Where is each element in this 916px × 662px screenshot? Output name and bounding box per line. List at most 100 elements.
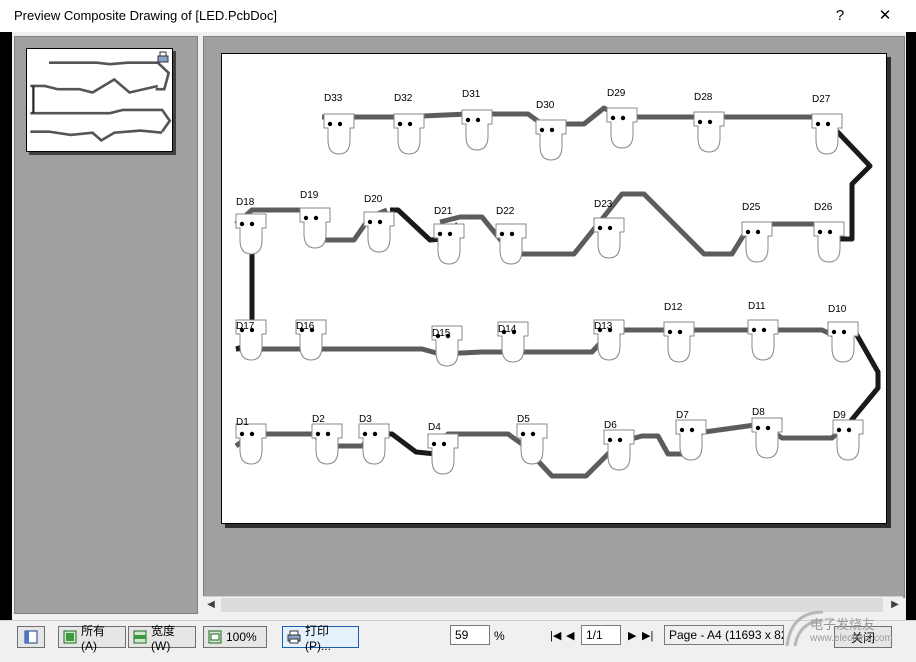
pad <box>437 231 443 237</box>
watermark-text: 电子发烧友 <box>810 617 876 632</box>
led-outline <box>747 319 779 361</box>
fit-width-icon <box>133 630 147 644</box>
led-outline <box>535 119 567 161</box>
led-label: D28 <box>694 92 713 103</box>
panel-icon <box>24 630 38 644</box>
scroll-left-arrow-icon[interactable]: ◀ <box>203 597 219 613</box>
thumbnail-pane[interactable] <box>14 36 198 614</box>
zoom-100-label: 100% <box>226 630 257 644</box>
last-page-icon[interactable]: ▶| <box>642 629 653 642</box>
prev-page-icon[interactable]: ◀ <box>566 629 574 642</box>
pad <box>239 221 245 227</box>
pad <box>817 229 823 235</box>
led-component: D1 <box>235 417 267 465</box>
led-outline <box>495 223 527 265</box>
led-component: D33 <box>323 93 355 155</box>
pad <box>815 121 821 127</box>
led-label: D1 <box>236 417 249 428</box>
pad <box>607 225 613 231</box>
pad <box>397 121 403 127</box>
pad <box>431 441 437 447</box>
print-label: 打印 (P)... <box>305 623 331 653</box>
thumbnail-toggle-button[interactable] <box>17 626 45 648</box>
pad <box>520 431 526 437</box>
next-page-icon[interactable]: ▶ <box>628 629 636 642</box>
help-button[interactable]: ? <box>825 4 855 28</box>
pad <box>530 431 536 437</box>
pad <box>475 117 481 123</box>
led-label: D32 <box>394 93 413 104</box>
background-strip-right <box>906 32 916 620</box>
led-outline <box>603 429 635 471</box>
led-component: D28 <box>693 92 725 153</box>
pad <box>825 121 831 127</box>
pad <box>751 327 757 333</box>
led-component: D13 <box>593 319 625 361</box>
led-outline <box>832 419 864 461</box>
fit-all-icon <box>63 630 77 644</box>
preview-pane[interactable]: D33 D32 D31 D30 D29 D28 D27 D18 D19 D20 D21 D22 D23 D… <box>203 36 905 598</box>
bottom-toolbar: 所有 (A) 宽度 (W) 100% 打印 (P)... 59 % |◀ ◀ 1… <box>0 620 916 662</box>
fit-width-button[interactable]: 宽度 (W) <box>128 624 196 653</box>
fit-all-label: 所有 (A) <box>81 623 106 653</box>
led-label: D14 <box>498 324 517 335</box>
led-outline <box>606 107 638 149</box>
pad <box>667 329 673 335</box>
trace-gray <box>434 421 849 479</box>
led-label: D3 <box>359 414 372 425</box>
pad <box>745 229 751 235</box>
pad <box>765 425 771 431</box>
pad <box>407 121 413 127</box>
pad <box>377 219 383 225</box>
led-component: D8 <box>751 407 783 459</box>
pad <box>697 119 703 125</box>
page-number-input[interactable]: 1/1 <box>581 625 621 645</box>
page-thumbnail[interactable] <box>26 48 173 152</box>
led-component: D5 <box>516 414 548 465</box>
led-label: D5 <box>517 414 530 425</box>
pad <box>447 231 453 237</box>
led-component: D11 <box>747 301 779 361</box>
close-window-button[interactable]: ✕ <box>870 4 900 28</box>
pad <box>499 231 505 237</box>
led-label: D10 <box>828 304 847 315</box>
title-bar: Preview Composite Drawing of [LED.PcbDoc… <box>0 0 916 32</box>
led-component: D23 <box>593 199 625 259</box>
led-outline <box>427 433 459 475</box>
led-label: D17 <box>236 321 255 332</box>
pad <box>707 119 713 125</box>
led-label: D30 <box>536 100 555 111</box>
fit-all-button[interactable]: 所有 (A) <box>58 624 126 653</box>
zoom-100-button[interactable]: 100% <box>203 626 267 648</box>
actual-size-icon <box>208 630 222 644</box>
thumbnail-drawing <box>30 61 172 142</box>
pad <box>367 219 373 225</box>
pad <box>827 229 833 235</box>
led-component: D2 <box>311 414 343 465</box>
background-strip-left <box>0 32 12 620</box>
zoom-input[interactable]: 59 <box>450 625 490 645</box>
scroll-right-arrow-icon[interactable]: ▶ <box>887 597 903 613</box>
led-component: D15 <box>431 325 463 367</box>
first-page-icon[interactable]: |◀ <box>550 629 561 642</box>
led-label: D2 <box>312 414 325 425</box>
page-size-field[interactable]: Page - A4 (11693 x 8268) <box>664 625 784 645</box>
led-label: D16 <box>296 321 315 332</box>
pad <box>327 121 333 127</box>
print-button[interactable]: 打印 (P)... <box>282 624 359 653</box>
pad <box>362 431 368 437</box>
led-component: D7 <box>675 410 707 461</box>
led-label: D8 <box>752 407 765 418</box>
led-outline <box>663 321 695 363</box>
pad <box>679 427 685 433</box>
led-label: D6 <box>604 420 617 431</box>
led-outline <box>811 113 843 155</box>
led-outline <box>323 113 355 155</box>
printer-icon <box>287 630 301 644</box>
pad <box>441 441 447 447</box>
zoom-unit: % <box>494 629 505 643</box>
led-component: D17 <box>235 319 267 361</box>
led-outline <box>827 321 859 363</box>
fit-width-label: 宽度 (W) <box>151 623 176 653</box>
led-component: D14 <box>497 321 529 363</box>
